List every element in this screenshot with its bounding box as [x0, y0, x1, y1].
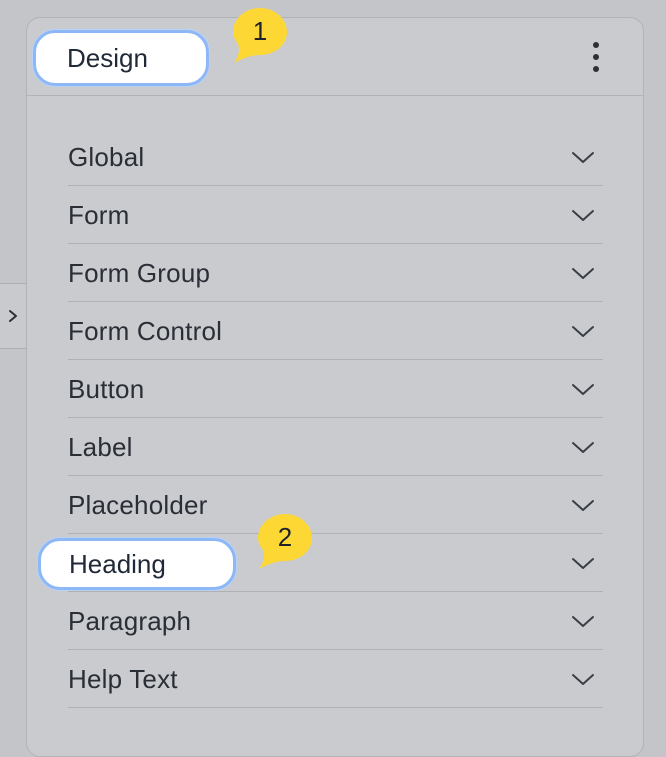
chevron-down-icon	[572, 268, 594, 279]
section-label: Form Group	[68, 258, 211, 288]
section-form-group[interactable]: Form Group	[68, 244, 603, 302]
kebab-menu-icon[interactable]	[589, 40, 603, 74]
section-placeholder[interactable]: Placeholder	[68, 476, 603, 534]
section-partial-next[interactable]	[68, 708, 603, 748]
chevron-down-icon	[572, 674, 594, 685]
section-label: Global	[68, 142, 145, 172]
chevron-down-icon	[572, 384, 594, 395]
chevron-down-icon	[572, 500, 594, 511]
design-tab-highlight[interactable]: Design	[33, 30, 209, 86]
section-help-text[interactable]: Help Text	[68, 650, 603, 708]
chevron-down-icon	[572, 326, 594, 337]
step-number: 1	[252, 15, 268, 46]
section-label: Button	[68, 374, 145, 404]
section-global[interactable]: Global	[68, 128, 603, 186]
chevron-down-icon	[572, 442, 594, 453]
heading-section-highlight[interactable]: Heading	[38, 538, 236, 590]
section-paragraph[interactable]: Paragraph	[68, 592, 603, 650]
design-panel: Design Global Form Form Group Form Contr…	[26, 8, 644, 757]
section-button[interactable]: Button	[68, 360, 603, 418]
panel-title: Design	[67, 43, 148, 73]
section-label: Placeholder	[68, 490, 208, 520]
chevron-down-icon	[572, 152, 594, 163]
sidebar-toggle-button[interactable]	[0, 283, 27, 349]
heading-label: Heading	[69, 549, 166, 579]
section-form-control[interactable]: Form Control	[68, 302, 603, 360]
section-label-item[interactable]: Label	[68, 418, 603, 476]
section-label: Label	[68, 432, 133, 462]
step-1-callout: 1	[231, 6, 289, 64]
section-label: Paragraph	[68, 606, 192, 636]
section-label: Form	[68, 200, 130, 230]
step-number: 2	[277, 521, 293, 552]
chevron-down-icon	[572, 616, 594, 627]
chevron-down-icon	[572, 558, 594, 569]
section-list: Global Form Form Group Form Control Butt…	[68, 128, 603, 748]
left-sidebar-strip	[0, 0, 26, 726]
chevron-right-icon	[9, 310, 17, 322]
step-2-callout: 2	[256, 512, 314, 570]
chevron-down-icon	[572, 210, 594, 221]
panel-header: Design	[27, 18, 643, 96]
section-label: Help Text	[68, 664, 178, 694]
section-form[interactable]: Form	[68, 186, 603, 244]
section-label: Form Control	[68, 316, 223, 346]
